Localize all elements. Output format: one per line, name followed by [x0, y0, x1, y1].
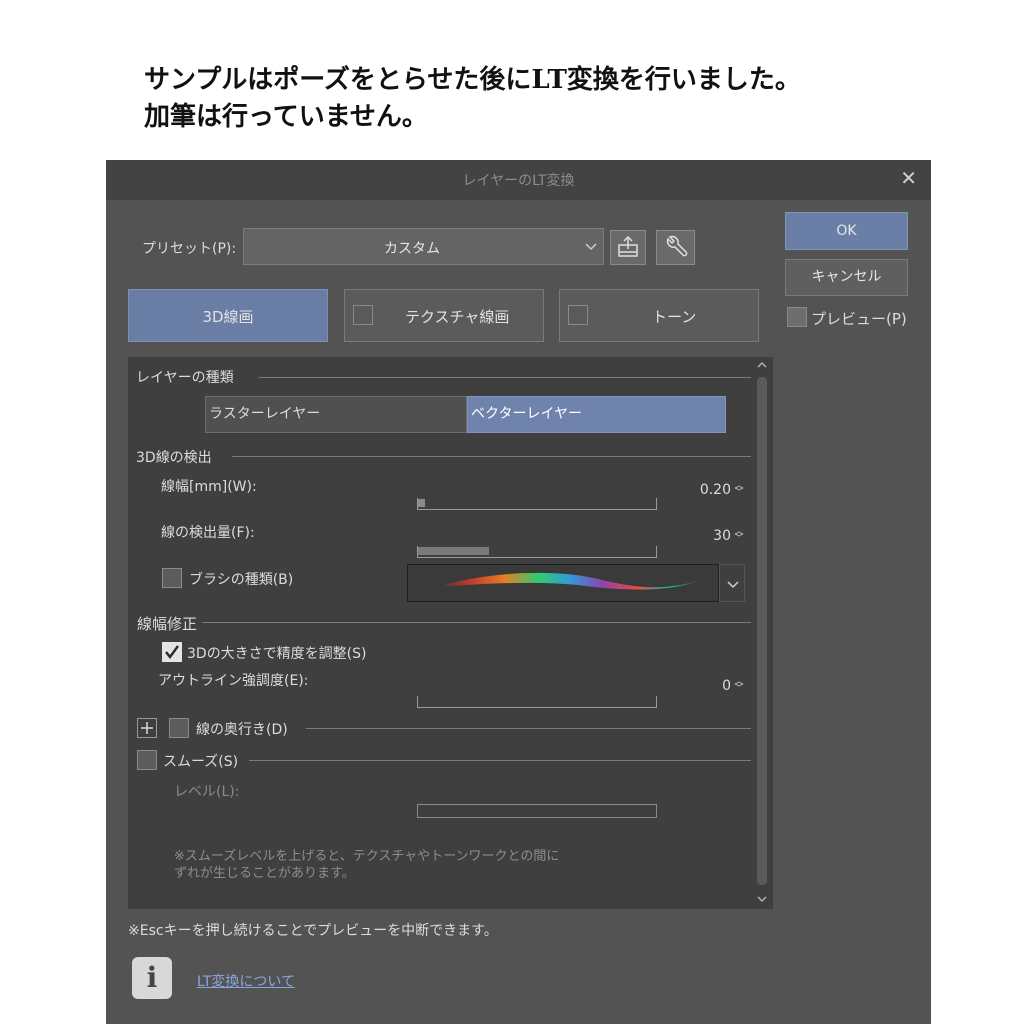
- section-divider: [202, 622, 751, 623]
- caption: サンプルはポーズをとらせた後にLT変換を行いました。 加筆は行っていません。: [144, 62, 1004, 136]
- cancel-button[interactable]: キャンセル: [785, 259, 908, 296]
- tab-tone[interactable]: トーン: [559, 289, 759, 342]
- preset-select[interactable]: カスタム: [243, 228, 604, 265]
- preset-value: カスタム: [384, 241, 440, 257]
- info-icon: i: [132, 957, 172, 999]
- spinner-arrows-icon[interactable]: ︿ ﹀: [734, 678, 744, 694]
- layer-type-heading: レイヤーの種類: [136, 370, 234, 386]
- outline-emphasis-label: アウトライン強調度(E):: [158, 673, 309, 689]
- outline-emphasis-value: 0: [722, 678, 731, 694]
- line-width-spinner[interactable]: 0.20 ︿ ﹀: [666, 482, 744, 499]
- outline-emphasis-slider[interactable]: [417, 696, 657, 708]
- detect-amount-spinner[interactable]: 30 ︿ ﹀: [666, 528, 744, 545]
- vector-layer-option[interactable]: ベクターレイヤー: [467, 396, 726, 433]
- section-divider: [259, 377, 751, 378]
- line-width-slider-fill: [418, 499, 425, 507]
- tab-3d-line-art[interactable]: 3D線画: [128, 289, 328, 342]
- smooth-note-line-1: ※スムーズレベルを上げると、テクスチャやトーンワークとの間に: [174, 849, 560, 864]
- section-divider: [232, 456, 751, 457]
- brush-preview[interactable]: [407, 564, 719, 602]
- line-width-slider[interactable]: [417, 498, 657, 510]
- settings-panel: [128, 357, 773, 909]
- rainbow-brush-stroke-icon: [438, 572, 703, 590]
- scroll-up-icon[interactable]: [757, 361, 767, 369]
- smooth-level-label: レベル(L):: [174, 784, 240, 800]
- plus-icon: [141, 722, 153, 734]
- smooth-level-slider[interactable]: [417, 804, 657, 818]
- chevron-down-icon: [727, 581, 739, 589]
- tab-texture-line-art[interactable]: テクスチャ線画: [344, 289, 544, 342]
- scroll-down-icon[interactable]: [757, 895, 767, 903]
- brush-dropdown-button[interactable]: [719, 564, 745, 602]
- checkmark-icon: [165, 645, 179, 659]
- smooth-checkbox[interactable]: [137, 750, 157, 770]
- raster-layer-option[interactable]: ラスターレイヤー: [205, 396, 467, 433]
- detect-amount-slider[interactable]: [417, 546, 657, 558]
- smooth-note-line-2: ずれが生じることがあります。: [174, 866, 355, 881]
- tab-tone-checkbox[interactable]: [568, 305, 588, 325]
- depth-checkbox[interactable]: [169, 718, 189, 738]
- tab-texture-checkbox[interactable]: [353, 305, 373, 325]
- tab-texture-line-art-label: テクスチャ線画: [405, 308, 510, 326]
- caption-line-2: 加筆は行っていません。: [144, 102, 428, 132]
- preview-checkbox[interactable]: [787, 307, 807, 327]
- dialog-title: レイヤーのLT変換: [462, 173, 575, 189]
- settings-scrollbar[interactable]: [753, 357, 771, 909]
- spinner-arrows-icon[interactable]: ︿ ﹀: [734, 528, 744, 544]
- correction-heading: 線幅修正: [137, 615, 198, 633]
- depth-label: 線の奥行き(D): [196, 722, 288, 738]
- detect-amount-value: 30: [713, 528, 731, 544]
- detect-amount-label: 線の検出量(F):: [161, 525, 255, 541]
- adjust-3d-checkbox[interactable]: [162, 642, 182, 662]
- smooth-label: スムーズ(S): [163, 754, 239, 770]
- save-preset-icon: [618, 235, 638, 257]
- dialog-titlebar: レイヤーのLT変換 ✕: [106, 160, 931, 200]
- save-preset-button[interactable]: [610, 230, 646, 265]
- lt-conversion-help-link[interactable]: LT変換について: [197, 971, 295, 991]
- detect-amount-slider-fill: [418, 547, 489, 555]
- chevron-down-icon: [585, 243, 597, 251]
- caption-line-1: サンプルはポーズをとらせた後にLT変換を行いました。: [144, 65, 801, 95]
- tab-tone-label: トーン: [652, 308, 697, 326]
- line-width-value: 0.20: [699, 482, 731, 498]
- wrench-icon: [666, 235, 688, 257]
- tab-3d-line-art-label: 3D線画: [202, 308, 254, 326]
- scroll-thumb[interactable]: [757, 377, 767, 885]
- brush-type-label: ブラシの種類(B): [189, 572, 294, 588]
- ok-button[interactable]: OK: [785, 212, 908, 250]
- lt-conversion-dialog: レイヤーのLT変換 ✕ プリセット(P): カスタム OK キャンセル プレビュ…: [106, 160, 931, 1024]
- esc-note: ※Escキーを押し続けることでプレビューを中断できます。: [128, 923, 498, 939]
- brush-type-checkbox[interactable]: [162, 568, 182, 588]
- section-divider: [249, 760, 751, 761]
- close-icon[interactable]: ✕: [900, 166, 917, 190]
- preview-label: プレビュー(P): [811, 310, 907, 328]
- spinner-arrows-icon[interactable]: ︿ ﹀: [734, 482, 744, 498]
- preset-label: プリセット(P):: [142, 241, 237, 257]
- adjust-3d-label: 3Dの大きさで精度を調整(S): [187, 646, 367, 662]
- outline-emphasis-spinner[interactable]: 0 ︿ ﹀: [666, 678, 744, 695]
- expand-depth-button[interactable]: [137, 718, 157, 738]
- section-divider: [306, 728, 751, 729]
- detection-heading: 3D線の検出: [136, 450, 212, 466]
- line-width-label: 線幅[mm](W):: [161, 479, 257, 495]
- preset-settings-button[interactable]: [656, 230, 695, 265]
